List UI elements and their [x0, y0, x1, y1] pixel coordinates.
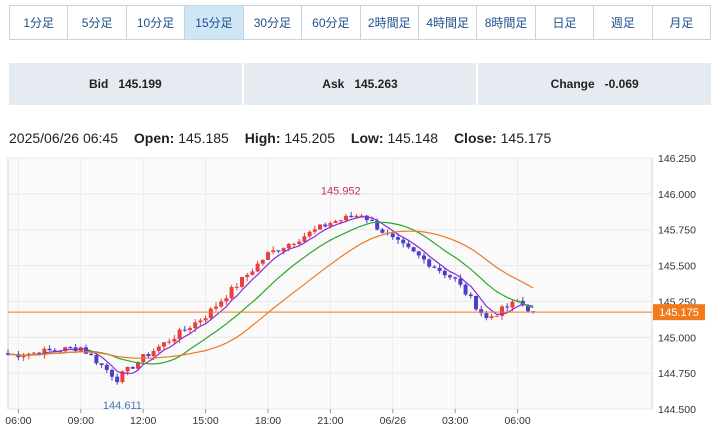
candle-body: [380, 229, 385, 233]
candle-body: [437, 267, 442, 271]
candle-body: [162, 342, 166, 347]
candle-body: [453, 277, 458, 279]
x-tick-label: 21:00: [317, 415, 343, 427]
candle-body: [68, 347, 73, 349]
y-tick-label: 146.000: [658, 189, 696, 201]
candle-body: [474, 296, 478, 310]
candle-body: [115, 376, 120, 383]
candle-body: [510, 301, 515, 308]
candle-body: [442, 270, 447, 276]
x-tick-label: 06:00: [5, 415, 31, 427]
candle-body: [401, 239, 406, 244]
candle-body: [396, 237, 400, 240]
candle-body: [94, 355, 99, 364]
y-tick-label: 144.750: [658, 368, 696, 380]
candle-body: [312, 229, 317, 232]
candle-body: [224, 298, 229, 302]
candle-body: [193, 322, 198, 329]
current-price-label: 145.175: [659, 307, 699, 319]
candle-body: [250, 271, 255, 275]
candle-body: [489, 316, 494, 319]
candle-body: [245, 274, 250, 278]
x-tick-label: 03:00: [442, 415, 468, 427]
candle-body: [240, 277, 244, 287]
candle-body: [198, 320, 203, 323]
y-tick-label: 145.000: [658, 332, 696, 344]
candle-body: [104, 364, 109, 370]
candle-body: [406, 243, 411, 248]
candle-body: [390, 233, 395, 238]
candle-body: [354, 215, 359, 218]
x-tick-label: 09:00: [68, 415, 94, 427]
x-tick-label: 12:00: [130, 415, 156, 427]
candle-body: [505, 306, 510, 308]
candle-body: [286, 243, 291, 249]
candle-body: [318, 224, 322, 230]
candle-body: [89, 353, 94, 356]
candle-body: [416, 251, 421, 256]
candle-body: [458, 278, 463, 285]
candle-body: [302, 236, 307, 242]
candle-body: [146, 354, 151, 357]
y-tick-label: 145.750: [658, 225, 696, 237]
candle-body: [323, 224, 328, 227]
candle-body: [182, 329, 187, 331]
price-chart[interactable]: 146.250146.000145.750145.500145.250145.0…: [0, 0, 720, 431]
candle-body: [177, 329, 182, 339]
candle-body: [214, 306, 218, 309]
candle-body: [432, 266, 437, 268]
candle-body: [307, 231, 312, 237]
x-tick-label: 18:00: [255, 415, 281, 427]
high-annotation: 145.952: [321, 186, 361, 198]
candle-body: [99, 363, 104, 365]
candle-body: [411, 247, 416, 252]
x-tick-label: 15:00: [192, 415, 218, 427]
candle-body: [156, 346, 161, 352]
candle-body: [338, 220, 343, 222]
candle-body: [219, 301, 224, 307]
candle-body: [110, 369, 114, 377]
y-tick-label: 145.500: [658, 261, 696, 273]
candle-body: [427, 259, 432, 267]
candle-body: [130, 366, 135, 369]
candle-body: [32, 352, 36, 354]
candle-body: [234, 286, 239, 288]
candle-body: [349, 215, 354, 218]
candle-body: [484, 313, 489, 319]
candle-body: [271, 250, 276, 253]
candle-body: [208, 308, 213, 319]
x-tick-label: 06:00: [504, 415, 530, 427]
candle-body: [203, 318, 208, 321]
candle-body: [188, 328, 192, 331]
candle-body: [494, 315, 499, 317]
y-tick-label: 146.250: [658, 153, 696, 165]
y-tick-label: 144.500: [658, 404, 696, 416]
candle-body: [266, 252, 270, 260]
candle-body: [297, 241, 302, 244]
candle-body: [333, 221, 338, 223]
candle-body: [344, 215, 348, 221]
candle-body: [167, 341, 172, 343]
candle-body: [260, 259, 265, 264]
candle-body: [151, 351, 156, 357]
candle-body: [422, 255, 426, 260]
candle-body: [468, 294, 473, 297]
candle-body: [463, 284, 468, 295]
candle-body: [47, 348, 52, 351]
candle-body: [84, 347, 88, 354]
candle-body: [172, 338, 177, 342]
x-tick-label: 06/26: [380, 415, 406, 427]
candle-body: [255, 263, 260, 272]
candle-body: [292, 243, 296, 245]
candle-body: [229, 287, 234, 299]
low-annotation: 144.611: [103, 400, 142, 412]
candle-body: [448, 275, 452, 278]
candle-body: [125, 366, 130, 372]
candle-body: [370, 220, 374, 222]
candle-body: [276, 250, 281, 252]
